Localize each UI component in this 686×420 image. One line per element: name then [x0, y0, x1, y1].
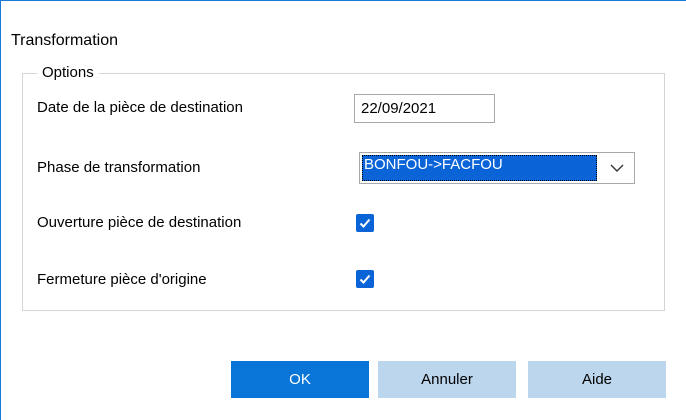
date-destination-field[interactable]: 22/09/2021 [354, 94, 495, 123]
transformation-dialog: Transformation Options Date de la pièce … [0, 0, 686, 420]
date-destination-label: Date de la pièce de destination [37, 99, 243, 116]
checkmark-icon [359, 218, 371, 228]
phase-transformation-select[interactable]: BONFOU->FACFOU [359, 152, 635, 184]
chevron-down-icon[interactable] [600, 153, 634, 183]
close-origin-label: Fermeture pièce d'origine [37, 271, 207, 288]
options-group-title: Options [37, 63, 99, 83]
close-origin-checkbox[interactable] [356, 270, 374, 288]
open-destination-label: Ouverture pièce de destination [37, 214, 242, 231]
help-button[interactable]: Aide [528, 361, 666, 398]
window-border-left [0, 0, 1, 420]
checkmark-icon [359, 274, 371, 284]
dialog-title: Transformation [11, 32, 118, 49]
ok-button[interactable]: OK [231, 361, 369, 398]
cancel-button[interactable]: Annuler [378, 361, 516, 398]
phase-transformation-selected-value: BONFOU->FACFOU [362, 155, 597, 181]
open-destination-checkbox[interactable] [356, 214, 374, 232]
window-border-top [0, 0, 686, 1]
phase-transformation-label: Phase de transformation [37, 159, 201, 176]
